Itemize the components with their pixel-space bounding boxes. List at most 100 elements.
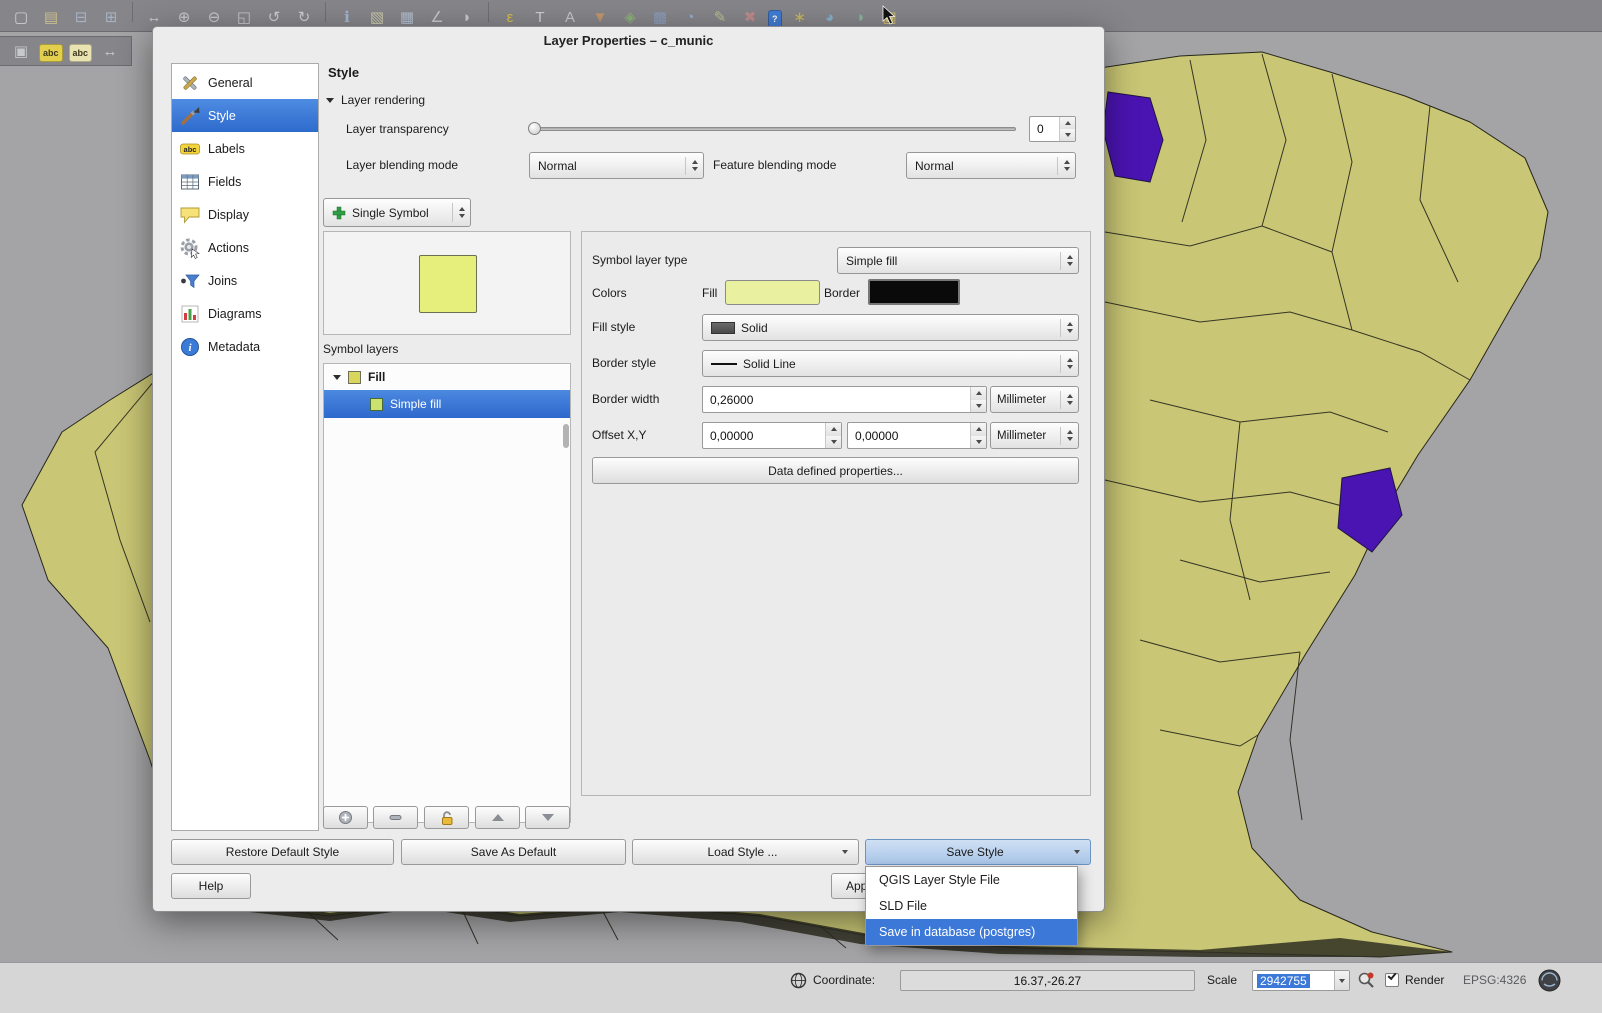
svg-text:abc: abc xyxy=(184,144,197,153)
layer-labeling-icon[interactable]: abc xyxy=(39,44,63,62)
dialog-title: Layer Properties – c_munic xyxy=(153,33,1104,48)
restore-default-style-button[interactable]: Restore Default Style xyxy=(171,839,394,865)
open-project-icon[interactable]: ▤ xyxy=(39,5,63,29)
transparency-slider[interactable] xyxy=(529,127,1016,131)
renderer-combo[interactable]: Single Symbol xyxy=(323,198,471,227)
menu-item-save-in-database[interactable]: Save in database (postgres) xyxy=(866,919,1077,945)
sidebar-item-general[interactable]: General xyxy=(172,66,318,99)
spin-buttons[interactable] xyxy=(970,423,986,448)
transparency-spinbox[interactable]: 0 xyxy=(1029,116,1076,142)
scale-label: Scale xyxy=(1207,973,1237,987)
transparency-value: 0 xyxy=(1037,122,1044,136)
single-symbol-icon xyxy=(332,206,346,220)
tree-item-simple-fill-label: Simple fill xyxy=(390,397,441,411)
symbol-preview-panel xyxy=(323,231,571,335)
data-defined-properties-button[interactable]: Data defined properties... xyxy=(592,457,1079,484)
label-properties-icon[interactable]: abc xyxy=(69,44,93,62)
border-color-button[interactable] xyxy=(868,279,960,305)
scale-combo[interactable]: 2942755 xyxy=(1252,970,1350,991)
border-width-unit-combo[interactable]: Millimeter xyxy=(990,386,1079,413)
border-style-label: Border style xyxy=(592,356,656,370)
qgis-window: ▢▤⊟⊞↔⊕⊖◱↺↻ℹ▧▦∠◗εTA▼◈▩◔✎✖?∗◕◑▣ ▣abcabc↔ L… xyxy=(0,0,1602,1013)
spin-buttons[interactable] xyxy=(825,423,841,448)
sidebar-item-joins[interactable]: Joins xyxy=(172,264,318,297)
scale-dropdown-arrow[interactable] xyxy=(1334,971,1349,990)
sidebar-item-fields[interactable]: Fields xyxy=(172,165,318,198)
move-down-button[interactable] xyxy=(525,806,570,829)
move-label-icon[interactable]: ↔ xyxy=(98,39,122,63)
render-checkbox[interactable] xyxy=(1385,973,1399,987)
label-toolbar-icons: ▣ abcabc ↔ xyxy=(6,39,125,64)
data-defined-properties-label: Data defined properties... xyxy=(768,464,903,478)
coordinate-capture-icon[interactable] xyxy=(790,972,807,989)
magnifier-lock-icon[interactable] xyxy=(1357,971,1375,989)
coordinate-value: 16.37,-26.27 xyxy=(1014,974,1081,988)
tree-scrollbar[interactable] xyxy=(563,424,569,448)
fill-style-swatch-icon xyxy=(711,322,735,334)
menu-item-sld-file[interactable]: SLD File xyxy=(866,893,1077,919)
symbol-layer-type-label: Symbol layer type xyxy=(592,253,687,267)
tree-expander-icon[interactable] xyxy=(333,375,341,380)
sidebar-item-actions[interactable]: Actions xyxy=(172,231,318,264)
layer-properties-dialog: Layer Properties – c_munic General Style xyxy=(152,26,1105,912)
layer-blending-label: Layer blending mode xyxy=(346,158,458,172)
move-up-button[interactable] xyxy=(475,806,520,829)
fields-icon xyxy=(179,171,201,193)
symbol-layers-label: Symbol layers xyxy=(323,342,398,356)
tree-item-simple-fill[interactable]: Simple fill xyxy=(324,390,570,418)
colors-label: Colors xyxy=(592,286,627,300)
crs-status-icon[interactable] xyxy=(1538,969,1561,992)
menu-item-qgis-style-file[interactable]: QGIS Layer Style File xyxy=(866,867,1077,893)
symbol-layer-properties-panel: Symbol layer type Simple fill Colors Fil… xyxy=(581,231,1091,796)
sidebar-label: Diagrams xyxy=(208,307,262,321)
save-as-default-button[interactable]: Save As Default xyxy=(401,839,626,865)
fill-color-button[interactable] xyxy=(725,280,820,305)
offset-unit-combo[interactable]: Millimeter xyxy=(990,422,1079,449)
spin-buttons[interactable] xyxy=(1059,117,1075,141)
help-button[interactable]: Help xyxy=(171,873,251,899)
labeling-options-icon[interactable]: ▣ xyxy=(9,39,33,63)
combo-arrows xyxy=(1060,355,1073,373)
save-project-as-icon[interactable]: ⊞ xyxy=(99,5,123,29)
tree-item-fill[interactable]: Fill xyxy=(324,364,570,390)
new-project-icon[interactable]: ▢ xyxy=(9,5,33,29)
add-symbol-layer-button[interactable] xyxy=(323,806,368,829)
mouse-cursor xyxy=(882,5,898,25)
save-style-label: Save Style xyxy=(946,845,1003,859)
load-style-button[interactable]: Load Style ... xyxy=(632,839,859,865)
sidebar-item-diagrams[interactable]: Diagrams xyxy=(172,297,318,330)
layer-blending-combo[interactable]: Normal xyxy=(529,152,704,179)
labels-icon: abc xyxy=(179,138,201,160)
lock-symbol-layer-button[interactable] xyxy=(424,806,469,829)
layer-rendering-toggle[interactable]: Layer rendering xyxy=(326,93,425,107)
sidebar-item-style[interactable]: Style xyxy=(172,99,318,132)
sidebar-item-labels[interactable]: abc Labels xyxy=(172,132,318,165)
border-width-spinbox[interactable]: 0,26000 xyxy=(702,386,987,413)
toolbar-separator xyxy=(132,2,133,22)
border-style-combo[interactable]: Solid Line xyxy=(702,350,1079,377)
combo-arrows xyxy=(1060,427,1073,445)
save-style-button[interactable]: Save Style xyxy=(865,839,1091,865)
sidebar-label: Metadata xyxy=(208,340,260,354)
fill-style-value: Solid xyxy=(741,321,768,335)
fill-style-combo[interactable]: Solid xyxy=(702,314,1079,341)
symbol-layer-type-combo[interactable]: Simple fill xyxy=(837,247,1079,274)
offset-x-spinbox[interactable]: 0,00000 xyxy=(702,422,842,449)
symbol-preview-swatch xyxy=(419,255,477,313)
remove-icon xyxy=(388,810,403,825)
save-project-icon[interactable]: ⊟ xyxy=(69,5,93,29)
coordinate-field[interactable]: 16.37,-26.27 xyxy=(900,970,1195,991)
collapse-arrow-icon xyxy=(326,98,334,103)
sidebar-item-display[interactable]: Display xyxy=(172,198,318,231)
offset-y-spinbox[interactable]: 0,00000 xyxy=(847,422,987,449)
offset-y-value: 0,00000 xyxy=(855,429,898,443)
sidebar-item-metadata[interactable]: i Metadata xyxy=(172,330,318,363)
remove-symbol-layer-button[interactable] xyxy=(373,806,418,829)
lock-icon xyxy=(439,810,455,826)
feature-blending-combo[interactable]: Normal xyxy=(906,152,1076,179)
epsg-status: EPSG:4326 xyxy=(1463,973,1526,987)
offset-x-value: 0,00000 xyxy=(710,429,753,443)
spin-buttons[interactable] xyxy=(970,387,986,412)
transparency-slider-handle[interactable] xyxy=(528,122,541,135)
general-icon xyxy=(179,72,201,94)
